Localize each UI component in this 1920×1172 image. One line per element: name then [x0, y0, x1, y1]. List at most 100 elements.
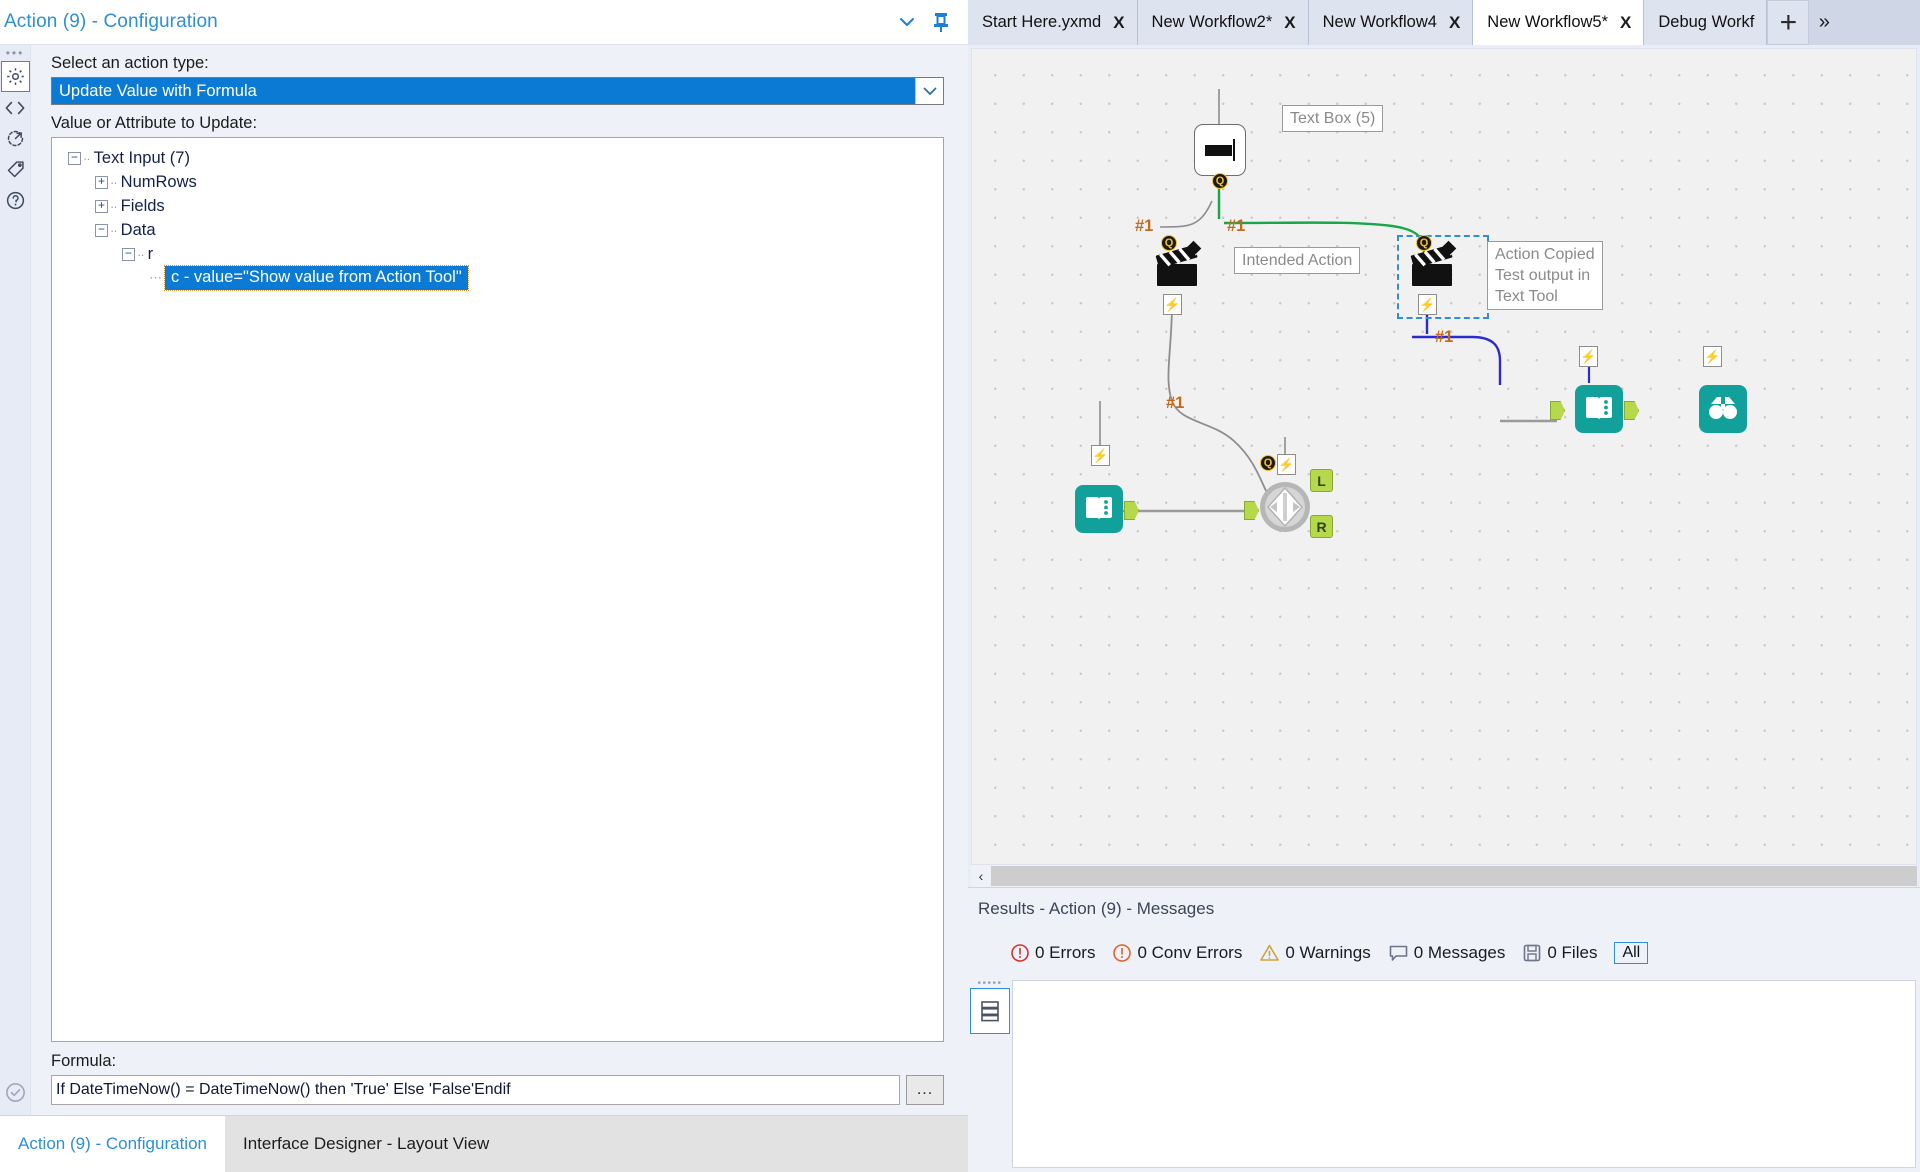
sidebar-item-help[interactable] — [1, 185, 30, 216]
status-badge-files[interactable]: 0 Files — [1522, 943, 1597, 963]
sidebar-item-configuration[interactable] — [1, 61, 30, 92]
tab-action-configuration[interactable]: Action (9) - Configuration — [0, 1116, 225, 1172]
join-tool[interactable] — [1257, 479, 1313, 540]
chevron-down-icon[interactable] — [915, 78, 943, 104]
messages-label: 0 Messages — [1414, 943, 1506, 963]
workflow-canvas[interactable]: Q Text Box (5) #1 #1 Q ⚡ Intended Action — [971, 48, 1917, 865]
expander-plus-icon[interactable]: + — [95, 176, 108, 189]
check-circle-icon[interactable] — [4, 1081, 27, 1109]
errors-label: 0 Errors — [1035, 943, 1095, 963]
question-anchor-icon[interactable]: Q — [1260, 455, 1276, 471]
config-bottom-tabs: Action (9) - Configuration Interface Des… — [0, 1115, 968, 1172]
add-workflow-tab-button[interactable]: + — [1767, 0, 1809, 45]
close-icon[interactable]: X — [1620, 13, 1631, 33]
close-icon[interactable]: X — [1449, 13, 1460, 33]
question-anchor-icon[interactable]: Q — [1161, 235, 1177, 251]
tree-node[interactable]: + ·· Fields — [68, 194, 937, 218]
canvas-horizontal-scrollbar[interactable]: ‹ — [971, 865, 1917, 887]
conv-errors-label: 0 Conv Errors — [1137, 943, 1242, 963]
save-icon — [1522, 943, 1542, 963]
tree-node-label: r — [148, 245, 154, 264]
workflow-tab-new-workflow4[interactable]: New Workflow4 X — [1309, 0, 1474, 45]
formula-row: If DateTimeNow() = DateTimeNow() then 'T… — [51, 1075, 944, 1105]
workflow-tab-label: New Workflow4 — [1323, 13, 1437, 32]
lightning-bolt-icon[interactable]: ⚡ — [1091, 445, 1110, 466]
formula-builder-button[interactable]: ... — [906, 1075, 944, 1105]
tree-label: Value or Attribute to Update: — [51, 114, 944, 133]
lightning-bolt-icon[interactable]: ⚡ — [1277, 454, 1296, 475]
join-right-output-badge[interactable]: R — [1310, 515, 1333, 538]
workflow-tab-new-workflow2[interactable]: New Workflow2* X — [1138, 0, 1309, 45]
text-input-tool-right[interactable] — [1575, 385, 1623, 433]
question-anchor-icon[interactable]: Q — [1416, 235, 1432, 251]
action-type-label: Select an action type: — [51, 54, 944, 73]
tree-node-label: c - value="Show value from Action Tool" — [165, 266, 468, 290]
results-filter-all-button[interactable]: All — [1614, 942, 1648, 964]
tree-node[interactable]: − ·· Data — [68, 218, 937, 242]
rail-grip-dots: ••• — [6, 48, 25, 58]
tree-connector: ⋯ — [149, 270, 161, 286]
text-box-annotation: Text Box (5) — [1282, 105, 1383, 132]
workflow-tab-strip: Start Here.yxmd X New Workflow2* X New W… — [968, 0, 1920, 45]
text-input-tool-left[interactable] — [1075, 485, 1123, 533]
expander-minus-icon[interactable]: − — [122, 248, 135, 261]
tree-node[interactable]: − ·· Text Input (7) — [68, 146, 937, 170]
expander-plus-icon[interactable]: + — [95, 200, 108, 213]
workflow-tab-start-here[interactable]: Start Here.yxmd X — [968, 0, 1138, 45]
conv-error-icon — [1112, 943, 1132, 963]
results-grid-view-button[interactable] — [970, 988, 1010, 1034]
workflow-tab-debug-workflow[interactable]: Debug Workf — [1644, 0, 1767, 45]
sidebar-item-update[interactable] — [1, 123, 30, 154]
pin-icon[interactable] — [924, 5, 958, 39]
connection-label: #1 — [1135, 217, 1153, 236]
action-tool-intended[interactable] — [1150, 237, 1206, 298]
config-rail-footer — [0, 1075, 31, 1115]
text-box-tool[interactable] — [1194, 124, 1246, 176]
chevron-down-icon[interactable] — [890, 5, 924, 39]
tab-overflow-button[interactable]: » — [1809, 0, 1839, 45]
status-badge-warnings[interactable]: 0 Warnings — [1259, 943, 1370, 963]
canvas-wrapper: Q Text Box (5) #1 #1 Q ⚡ Intended Action — [968, 45, 1920, 865]
tree-node-selected[interactable]: ⋯ c - value="Show value from Action Tool… — [68, 266, 937, 290]
value-attribute-tree[interactable]: − ·· Text Input (7) + ·· NumRows + ·· Fi… — [51, 137, 944, 1042]
join-left-output-badge[interactable]: L — [1310, 469, 1333, 492]
results-panel: Results - Action (9) - Messages 0 Errors… — [968, 887, 1920, 1172]
close-icon[interactable]: X — [1113, 13, 1124, 33]
results-grip-dots: ••••• — [977, 980, 1002, 988]
lightning-bolt-icon[interactable]: ⚡ — [1163, 294, 1182, 315]
tab-interface-designer[interactable]: Interface Designer - Layout View — [225, 1116, 507, 1172]
config-icon-rail: ••• — [0, 45, 31, 1115]
workflow-tab-label: New Workflow2* — [1152, 13, 1273, 32]
status-badge-messages[interactable]: 0 Messages — [1388, 943, 1506, 963]
question-anchor-icon[interactable]: Q — [1212, 173, 1228, 189]
connection-wires — [972, 49, 1916, 864]
tree-connector: ·· — [110, 223, 117, 238]
tree-node-label: Text Input (7) — [94, 149, 190, 168]
tree-node[interactable]: + ·· NumRows — [68, 170, 937, 194]
results-message-list[interactable] — [1012, 980, 1916, 1168]
sidebar-item-annotation-tag[interactable] — [1, 154, 30, 185]
scroll-left-arrow-icon[interactable]: ‹ — [971, 866, 991, 886]
connection-label: #1 — [1166, 394, 1184, 413]
warnings-label: 0 Warnings — [1285, 943, 1370, 963]
lightning-bolt-icon[interactable]: ⚡ — [1418, 294, 1437, 315]
tree-node[interactable]: − ·· r — [68, 242, 937, 266]
expander-minus-icon[interactable]: − — [95, 224, 108, 237]
warning-icon — [1259, 943, 1280, 963]
configuration-panel: Action (9) - Configuration ••• — [0, 0, 968, 1172]
formula-input[interactable]: If DateTimeNow() = DateTimeNow() then 'T… — [51, 1075, 900, 1105]
lightning-bolt-icon[interactable]: ⚡ — [1703, 346, 1722, 367]
connection-label: #1 — [1227, 217, 1245, 236]
sidebar-item-code[interactable] — [1, 92, 30, 123]
action-tool-copied[interactable] — [1405, 237, 1461, 298]
scrollbar-thumb[interactable] — [991, 866, 1917, 886]
lightning-bolt-icon[interactable]: ⚡ — [1579, 346, 1598, 367]
status-badge-errors[interactable]: 0 Errors — [1010, 943, 1095, 963]
workflow-tab-new-workflow5[interactable]: New Workflow5* X — [1473, 0, 1644, 45]
browse-tool[interactable] — [1699, 385, 1747, 433]
status-badge-conv-errors[interactable]: 0 Conv Errors — [1112, 943, 1242, 963]
close-icon[interactable]: X — [1284, 13, 1295, 33]
workflow-tab-label: New Workflow5* — [1487, 13, 1608, 32]
action-type-select[interactable]: Update Value with Formula — [51, 77, 944, 105]
expander-minus-icon[interactable]: − — [68, 152, 81, 165]
